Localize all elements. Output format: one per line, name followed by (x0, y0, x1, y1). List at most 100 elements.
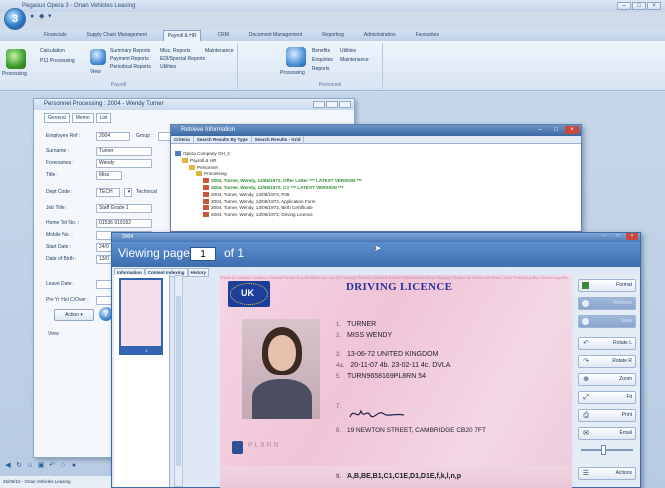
tree-item-label: Personnel (197, 164, 218, 170)
zoom-button[interactable]: ⊕ Zoom (578, 373, 636, 386)
tab-list[interactable]: List (95, 113, 112, 123)
search-icon[interactable]: ○ (59, 462, 67, 470)
personnel-maintenance-button[interactable]: Maintenance (340, 57, 369, 63)
tree-item[interactable]: Opera Company OH_2 (175, 151, 230, 156)
tab-supply-chain[interactable]: Supply Chain Management (83, 30, 151, 41)
home-tel-row: Home Tel No. : 01536 919192 (46, 218, 152, 228)
maximize-button[interactable]: □ (612, 233, 624, 240)
misc-reports-button[interactable]: Misc. Reports (160, 48, 191, 54)
personnel-reports-button[interactable]: Reports (312, 66, 330, 72)
print-button[interactable]: ⎙ Print (578, 409, 636, 422)
tab-document-management[interactable]: Document Management (245, 30, 306, 41)
tab-favourites[interactable]: Favourites (412, 30, 443, 41)
payment-reports-button[interactable]: Payment Reports (110, 56, 149, 62)
dept-lookup-button[interactable]: ▾ (124, 187, 132, 197)
page-number-input[interactable]: 1 (190, 247, 216, 261)
view-button[interactable]: View (90, 69, 101, 75)
fit-button[interactable]: ⤢ Fit (578, 391, 636, 404)
tab-history[interactable]: History (187, 268, 210, 277)
actions-button[interactable]: ☰ Actions (578, 467, 636, 480)
tree-item[interactable]: Personnel (189, 164, 218, 170)
surname-field[interactable]: Turner (96, 146, 152, 156)
tab-search-results-by-type[interactable]: Search Results By Type (194, 136, 252, 143)
tree-item[interactable]: 2004, Turner, Wendy, 13/06/1972, P45 (203, 191, 290, 197)
close-button[interactable]: × (647, 2, 661, 10)
tree-item[interactable]: 2004, Turner, Wendy, 13/06/1972, Offer L… (203, 178, 362, 184)
title-field[interactable]: Miss (96, 170, 122, 180)
tab-general[interactable]: General (44, 113, 70, 123)
remove-button[interactable]: Remove (578, 297, 636, 310)
close-button[interactable] (339, 101, 351, 108)
maximize-button[interactable]: □ (549, 126, 563, 134)
calculation-button[interactable]: Calculation (40, 48, 65, 54)
tab-search-results-grid[interactable]: Search Results - Grid (252, 136, 305, 143)
thumbnail-pane: 1 (114, 275, 170, 487)
zoom-slider[interactable] (581, 445, 633, 455)
tab-crm[interactable]: CRM (213, 30, 232, 41)
email-button[interactable]: ✉ Email (578, 427, 636, 440)
payroll-processing-icon[interactable] (6, 49, 26, 69)
p11-processing-button[interactable]: P11 Processing (40, 58, 75, 64)
payroll-processing-button[interactable]: Processing (2, 71, 27, 77)
undo-icon[interactable]: ↶ (48, 462, 56, 470)
scrollbar-thumb[interactable] (176, 296, 181, 466)
tab-administration[interactable]: Administration (360, 30, 400, 41)
close-button[interactable]: × (565, 126, 579, 134)
tab-criteria[interactable]: Criteria (171, 136, 194, 143)
tree-item[interactable]: Payroll & HR (182, 157, 216, 163)
home-tel-field[interactable]: 01536 919192 (96, 218, 152, 228)
summary-reports-button[interactable]: Summary Reports (110, 48, 150, 54)
payroll-maintenance-button[interactable]: Maintenance (205, 48, 234, 54)
minimize-button[interactable]: – (617, 2, 631, 10)
tab-financials[interactable]: Financials (40, 30, 71, 41)
dept-code-field[interactable]: TECH (96, 187, 120, 197)
tab-reporting[interactable]: Reporting (318, 30, 348, 41)
view-label: View (48, 331, 59, 337)
help-icon[interactable]: ● (30, 13, 37, 20)
periodical-reports-button[interactable]: Periodical Reports (110, 64, 151, 70)
tree-item[interactable]: 2004, Turner, Wendy, 13/06/1972, CV *** … (203, 185, 343, 190)
tree-item[interactable]: 2004, Turner, Wendy, 13/06/1972, Driving… (203, 212, 313, 218)
personnel-utilities-button[interactable]: Utilities (340, 48, 356, 54)
view-icon[interactable] (90, 49, 106, 65)
tree-item[interactable]: 2004, Turner, Wendy, 13/06/1972, Applica… (203, 198, 316, 204)
page-thumbnail[interactable] (119, 278, 163, 348)
personnel-processing-button[interactable]: Processing (280, 70, 305, 76)
minimize-button[interactable]: – (598, 233, 610, 240)
save-button[interactable]: Save (578, 315, 636, 328)
field-label: Home Tel No. : (46, 220, 79, 226)
tree-item[interactable]: 2004, Turner, Wendy, 13/06/1972, Birth C… (203, 205, 313, 211)
vertical-scrollbar[interactable] (174, 275, 183, 487)
home-icon[interactable]: ⌂ (26, 462, 34, 470)
tree-item[interactable]: Processing (196, 171, 227, 177)
minimize-button[interactable] (313, 101, 325, 108)
format-button[interactable]: Format (578, 279, 636, 292)
benefits-button[interactable]: Benefits (312, 48, 330, 54)
action-button[interactable]: Action ▾ (54, 309, 94, 321)
save-icon[interactable]: ▣ (37, 462, 45, 470)
printer-icon: ⎙ (583, 412, 589, 419)
tab-payroll-hr[interactable]: Payroll & HR (162, 30, 202, 41)
tab-memo[interactable]: Memo (71, 113, 94, 123)
maximize-button[interactable] (326, 101, 338, 108)
payroll-utilities-button[interactable]: Utilities (160, 64, 176, 70)
minimize-button[interactable]: – (533, 126, 547, 134)
edi-special-reports-button[interactable]: EDI/Special Reports (160, 56, 205, 62)
rotate-left-button[interactable]: ↶ Rotate L (578, 337, 636, 350)
forenames-field[interactable]: Wendy (96, 158, 152, 168)
zoom-slider-knob[interactable] (601, 445, 606, 455)
forward-icon[interactable]: ● (70, 462, 78, 470)
ribbon-group-personnel: Processing Benefits Enquiries Reports Ut… (278, 43, 383, 89)
refresh-icon[interactable]: ↻ (15, 462, 23, 470)
navigate-icon[interactable]: ◆ (39, 13, 46, 20)
maximize-button[interactable]: □ (632, 2, 646, 10)
back-icon[interactable]: ◀ (4, 462, 12, 470)
app-menu-orb[interactable]: 3 (4, 8, 26, 30)
job-title-field[interactable]: Staff Grade 1 (96, 203, 152, 213)
rotate-right-button[interactable]: ↷ Rotate R (578, 355, 636, 368)
dropdown-icon[interactable]: ▾ (48, 13, 55, 20)
close-button[interactable]: × (626, 233, 638, 240)
personnel-processing-icon[interactable] (286, 47, 306, 67)
enquiries-button[interactable]: Enquiries (312, 57, 333, 63)
employee-ref-field[interactable]: 2004 (96, 131, 130, 141)
